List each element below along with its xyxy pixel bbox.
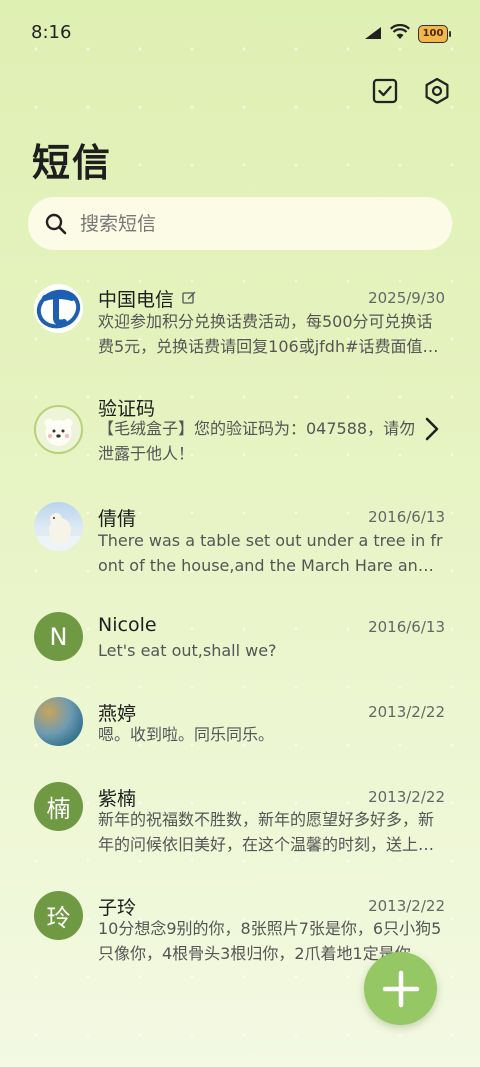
conversation-item-verification[interactable]: 验证码 【毛绒盒子】您的验证码为：047588，请勿泄露于他人！: [0, 380, 480, 485]
conversation-date: 2016/6/13: [368, 618, 445, 636]
search-input[interactable]: [78, 211, 402, 236]
conversation-preview: There was a table set out under a tree i…: [98, 531, 443, 575]
conversation-date: 2016/6/13: [368, 508, 445, 526]
conversation-name: 燕婷: [98, 703, 137, 725]
status-bar: 8:16 100: [0, 0, 480, 66]
conversation-item-yanting[interactable]: 燕婷 2013/2/22 嗯。收到啦。同乐同乐。: [0, 688, 480, 768]
conversation-preview: 新年的祝福数不胜数，新年的愿望好多好多，新年的问候依旧美好，在这个温馨的时刻，送…: [98, 810, 435, 854]
telecom-logo-avatar: [34, 284, 83, 333]
top-actions: [370, 76, 452, 106]
chevron-right-icon[interactable]: [424, 416, 440, 446]
polar-bear-avatar: [34, 502, 83, 551]
avatar-letter: 楠: [34, 782, 83, 831]
avatar-letter: N: [34, 612, 83, 661]
search-bar[interactable]: [28, 197, 452, 250]
wifi-icon: [390, 23, 410, 44]
signal-icon: [364, 25, 382, 44]
conversation-date: 2013/2/22: [368, 788, 445, 806]
conversation-item-zinan[interactable]: 楠 紫楠 2013/2/22 新年的祝福数不胜数，新年的愿望好多好多，新年的问候…: [0, 775, 480, 880]
conversation-name: 紫楠: [98, 788, 137, 810]
conversation-name: 子玲: [98, 897, 137, 919]
conversation-date: 2025/9/30: [368, 289, 445, 307]
settings-hex-icon[interactable]: [422, 76, 452, 106]
checkbox-icon[interactable]: [370, 76, 400, 106]
page-title: 短信: [32, 141, 113, 185]
avatar-letter: 玲: [34, 891, 83, 940]
status-time: 8:16: [31, 22, 72, 43]
conversation-preview: 【毛绒盒子】您的验证码为：047588，请勿泄露于他人！: [98, 419, 416, 463]
conversation-item-qianqian[interactable]: 倩倩 2016/6/13 There was a table set out u…: [0, 490, 480, 595]
conversation-item-nicole[interactable]: N Nicole 2016/6/13 Let's eat out,shall w…: [0, 600, 480, 680]
conversation-name: Nicole: [98, 614, 157, 636]
conversation-date: 2013/2/22: [368, 897, 445, 915]
conversation-date: 2013/2/22: [368, 703, 445, 721]
search-icon: [45, 213, 67, 234]
conversation-preview: Let's eat out,shall we?: [98, 641, 277, 660]
conversation-name: 倩倩: [98, 508, 137, 530]
bear-avatar: [34, 405, 83, 454]
conversation-preview: 嗯。收到啦。同乐同乐。: [98, 725, 275, 744]
conversation-preview: 欢迎参加积分兑换话费活动，每500分可兑换话费5元，兑换话费请回复106或jfd…: [98, 312, 439, 356]
plus-icon: [382, 970, 419, 1007]
conversation-name: 中国电信: [98, 289, 175, 311]
system-icons: 100: [364, 23, 451, 44]
battery-icon: 100: [418, 25, 451, 43]
conversation-item-telecom[interactable]: 中国电信 2025/9/30 欢迎参加积分兑换话费活动，每500分可兑换话费5元…: [0, 270, 480, 375]
photo-avatar: [34, 697, 83, 746]
verified-icon: [182, 290, 196, 309]
compose-button[interactable]: [364, 952, 437, 1025]
